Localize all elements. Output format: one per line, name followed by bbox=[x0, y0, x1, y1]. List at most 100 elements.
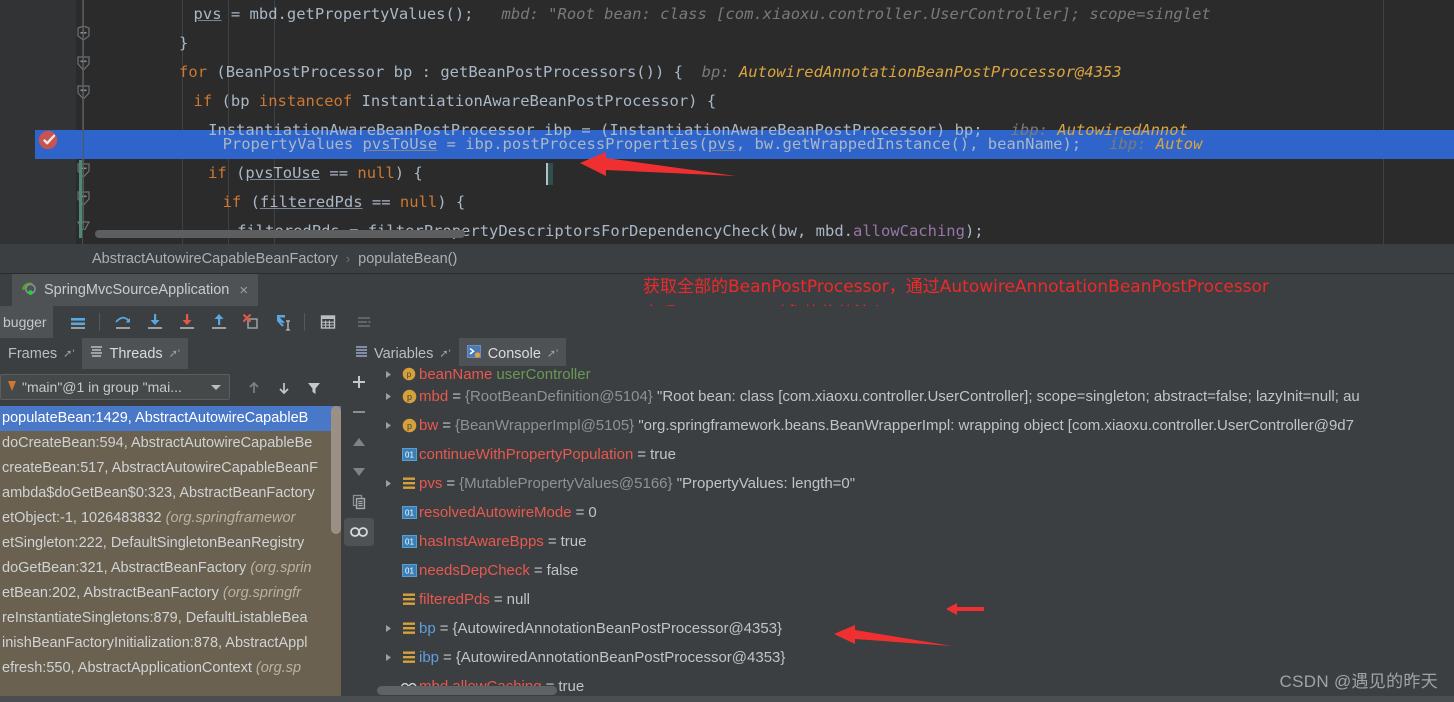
frames-up-icon[interactable] bbox=[240, 374, 268, 402]
frame-row[interactable]: inishBeanFactoryInitialization:878, Abst… bbox=[0, 631, 341, 656]
frame-row[interactable]: doCreateBean:594, AbstractAutowireCapabl… bbox=[0, 431, 341, 456]
frame-row[interactable]: doGetBean:321, AbstractBeanFactory (org.… bbox=[0, 556, 341, 581]
frame-row[interactable]: ambda$doGetBean$0:323, AbstractBeanFacto… bbox=[0, 481, 341, 506]
chevron-down-icon[interactable] bbox=[211, 384, 221, 390]
code-token: } bbox=[179, 34, 189, 52]
code-token: { bbox=[413, 164, 423, 182]
pin-icon[interactable]: ➚' bbox=[439, 347, 450, 360]
expand-arrow-icon[interactable] bbox=[377, 392, 399, 401]
variable-name: ibp bbox=[419, 649, 440, 666]
code-editor[interactable]: pvs = mbd.getPropertyValues(); mbd: "Roo… bbox=[0, 0, 1454, 244]
frame-pkg: (org.springframewor bbox=[165, 510, 296, 526]
variable-row[interactable]: 01 continueWithPropertyPopulation = true bbox=[377, 440, 1454, 469]
pin-icon[interactable]: ➚' bbox=[547, 347, 558, 360]
frame-row[interactable]: efresh:550, AbstractApplicationContext (… bbox=[0, 656, 341, 681]
drop-frame-icon[interactable] bbox=[236, 307, 266, 337]
filter-icon[interactable] bbox=[300, 374, 328, 402]
code-line: if (bp instanceof InstantiationAwareBean… bbox=[194, 87, 717, 116]
variable-row[interactable]: pvs = {MutablePropertyValues@5166} "Prop… bbox=[377, 469, 1454, 498]
variable-row[interactable]: 01 needsDepCheck = false bbox=[377, 556, 1454, 585]
evaluate-expression-icon[interactable] bbox=[313, 307, 343, 337]
copy-icon[interactable] bbox=[344, 488, 374, 516]
variable-row[interactable]: filteredPds = null bbox=[377, 585, 1454, 614]
expand-arrow-icon[interactable] bbox=[377, 421, 399, 430]
up-icon[interactable] bbox=[344, 428, 374, 456]
minus-icon[interactable] bbox=[344, 398, 374, 426]
bottom-strip bbox=[0, 696, 1454, 702]
step-out-icon[interactable] bbox=[204, 307, 234, 337]
variable-name: bw bbox=[419, 417, 439, 434]
show-execution-point-icon[interactable] bbox=[63, 307, 93, 337]
variable-row[interactable]: bp = {AutowiredAnnotationBeanPostProcess… bbox=[377, 614, 1454, 643]
run-tab-bar: SpringMvcSourceApplication × bbox=[0, 274, 1454, 306]
watches-icon[interactable] bbox=[344, 518, 374, 546]
pin-icon[interactable]: ➚' bbox=[63, 347, 74, 360]
frames-scrollbar[interactable] bbox=[331, 406, 341, 534]
debugger-tab-label[interactable]: bugger bbox=[0, 306, 53, 338]
editor-gutter[interactable] bbox=[35, 0, 76, 244]
expand-arrow-icon[interactable] bbox=[377, 624, 399, 633]
toolbar-separator bbox=[99, 313, 100, 331]
down-icon[interactable] bbox=[344, 458, 374, 486]
frame-pkg: (org.sp bbox=[255, 660, 302, 676]
expand-arrow-icon[interactable] bbox=[377, 479, 399, 488]
code-token: for bbox=[179, 63, 208, 81]
pin-icon[interactable]: ➚' bbox=[169, 347, 180, 360]
variable-row[interactable]: 01 hasInstAwareBpps = true bbox=[377, 527, 1454, 556]
variables-icon bbox=[355, 345, 368, 362]
tab-console[interactable]: Console ➚' bbox=[458, 338, 567, 369]
frame-row[interactable]: reInstantiateSingletons:879, DefaultList… bbox=[0, 606, 341, 631]
code-token: pvsToUse bbox=[245, 164, 321, 182]
code-token: ibp: bbox=[1081, 135, 1147, 153]
trace-current-stream-icon[interactable] bbox=[349, 307, 379, 337]
object-icon bbox=[399, 477, 419, 490]
close-icon[interactable]: × bbox=[239, 282, 248, 299]
variables-tab-row: Variables ➚' Console ➚' bbox=[341, 338, 1454, 369]
variable-row[interactable]: p bw = {BeanWrapperImpl@5105} "org.sprin… bbox=[377, 411, 1454, 440]
variable-row[interactable]: p beanName userController bbox=[377, 366, 1454, 382]
frame-row[interactable]: populateBean:1429, AbstractAutowireCapab… bbox=[0, 406, 341, 431]
code-token: = ibp.postProcessProperties( bbox=[437, 135, 708, 153]
run-tab-spring-app[interactable]: SpringMvcSourceApplication × bbox=[12, 274, 259, 306]
code-line: if (pvsToUse == null) { bbox=[208, 159, 423, 188]
thread-selector[interactable]: "main"@1 in group "mai... bbox=[0, 374, 230, 400]
tab-frames[interactable]: Frames ➚' bbox=[0, 338, 82, 369]
frame-row[interactable]: etSingleton:222, DefaultSingletonBeanReg… bbox=[0, 531, 341, 556]
code-token: AutowiredAnnotationBeanPostProcessor@435… bbox=[729, 63, 1122, 81]
run-to-cursor-icon[interactable] bbox=[268, 307, 298, 337]
variable-equals: = bbox=[446, 475, 456, 492]
frame-row[interactable]: createBean:517, AbstractAutowireCapableB… bbox=[0, 456, 341, 481]
tab-variables[interactable]: Variables ➚' bbox=[347, 338, 459, 369]
frame-row[interactable]: etBean:202, AbstractBeanFactory (org.spr… bbox=[0, 581, 341, 606]
frame-row[interactable]: etObject:-1, 1026483832 (org.springframe… bbox=[0, 506, 341, 531]
variables-list[interactable]: p beanName userController p mbd = {RootB… bbox=[377, 366, 1454, 702]
variable-name: bp bbox=[419, 620, 436, 637]
expand-arrow-icon[interactable] bbox=[377, 653, 399, 662]
frames-list[interactable]: populateBean:1429, AbstractAutowireCapab… bbox=[0, 406, 341, 702]
frame-text: createBean:517, AbstractAutowireCapableB… bbox=[2, 460, 318, 476]
breadcrumb-class[interactable]: AbstractAutowireCapableBeanFactory bbox=[92, 251, 338, 267]
tab-threads[interactable]: Threads ➚' bbox=[82, 338, 189, 369]
step-over-icon[interactable] bbox=[108, 307, 138, 337]
code-text[interactable]: pvs = mbd.getPropertyValues(); mbd: "Roo… bbox=[92, 0, 1454, 244]
frame-text: doCreateBean:594, AbstractAutowireCapabl… bbox=[2, 435, 313, 451]
force-step-into-icon[interactable] bbox=[172, 307, 202, 337]
breadcrumb-method[interactable]: populateBean() bbox=[358, 251, 457, 267]
frame-pkg: (org.springfr bbox=[222, 585, 302, 601]
step-into-icon[interactable] bbox=[140, 307, 170, 337]
variable-row[interactable]: p mbd = {RootBeanDefinition@5104} "Root … bbox=[377, 382, 1454, 411]
code-token: instanceof bbox=[258, 92, 353, 110]
expand-arrow-icon[interactable] bbox=[377, 370, 399, 379]
code-token: PropertyValues bbox=[222, 135, 363, 153]
primitive-icon: 01 bbox=[399, 506, 419, 519]
plus-icon[interactable] bbox=[344, 368, 374, 396]
variable-equals: = bbox=[443, 649, 452, 666]
frames-down-icon[interactable] bbox=[270, 374, 298, 402]
breakpoint-verified-icon[interactable] bbox=[38, 129, 60, 151]
editor-horizontal-scrollbar[interactable] bbox=[95, 230, 465, 238]
variables-horizontal-scrollbar[interactable] bbox=[377, 686, 557, 695]
breadcrumb[interactable]: AbstractAutowireCapableBeanFactory › pop… bbox=[0, 244, 1454, 274]
text-caret bbox=[546, 163, 553, 185]
variable-row[interactable]: 01 resolvedAutowireMode = 0 bbox=[377, 498, 1454, 527]
svg-text:01: 01 bbox=[405, 567, 414, 576]
